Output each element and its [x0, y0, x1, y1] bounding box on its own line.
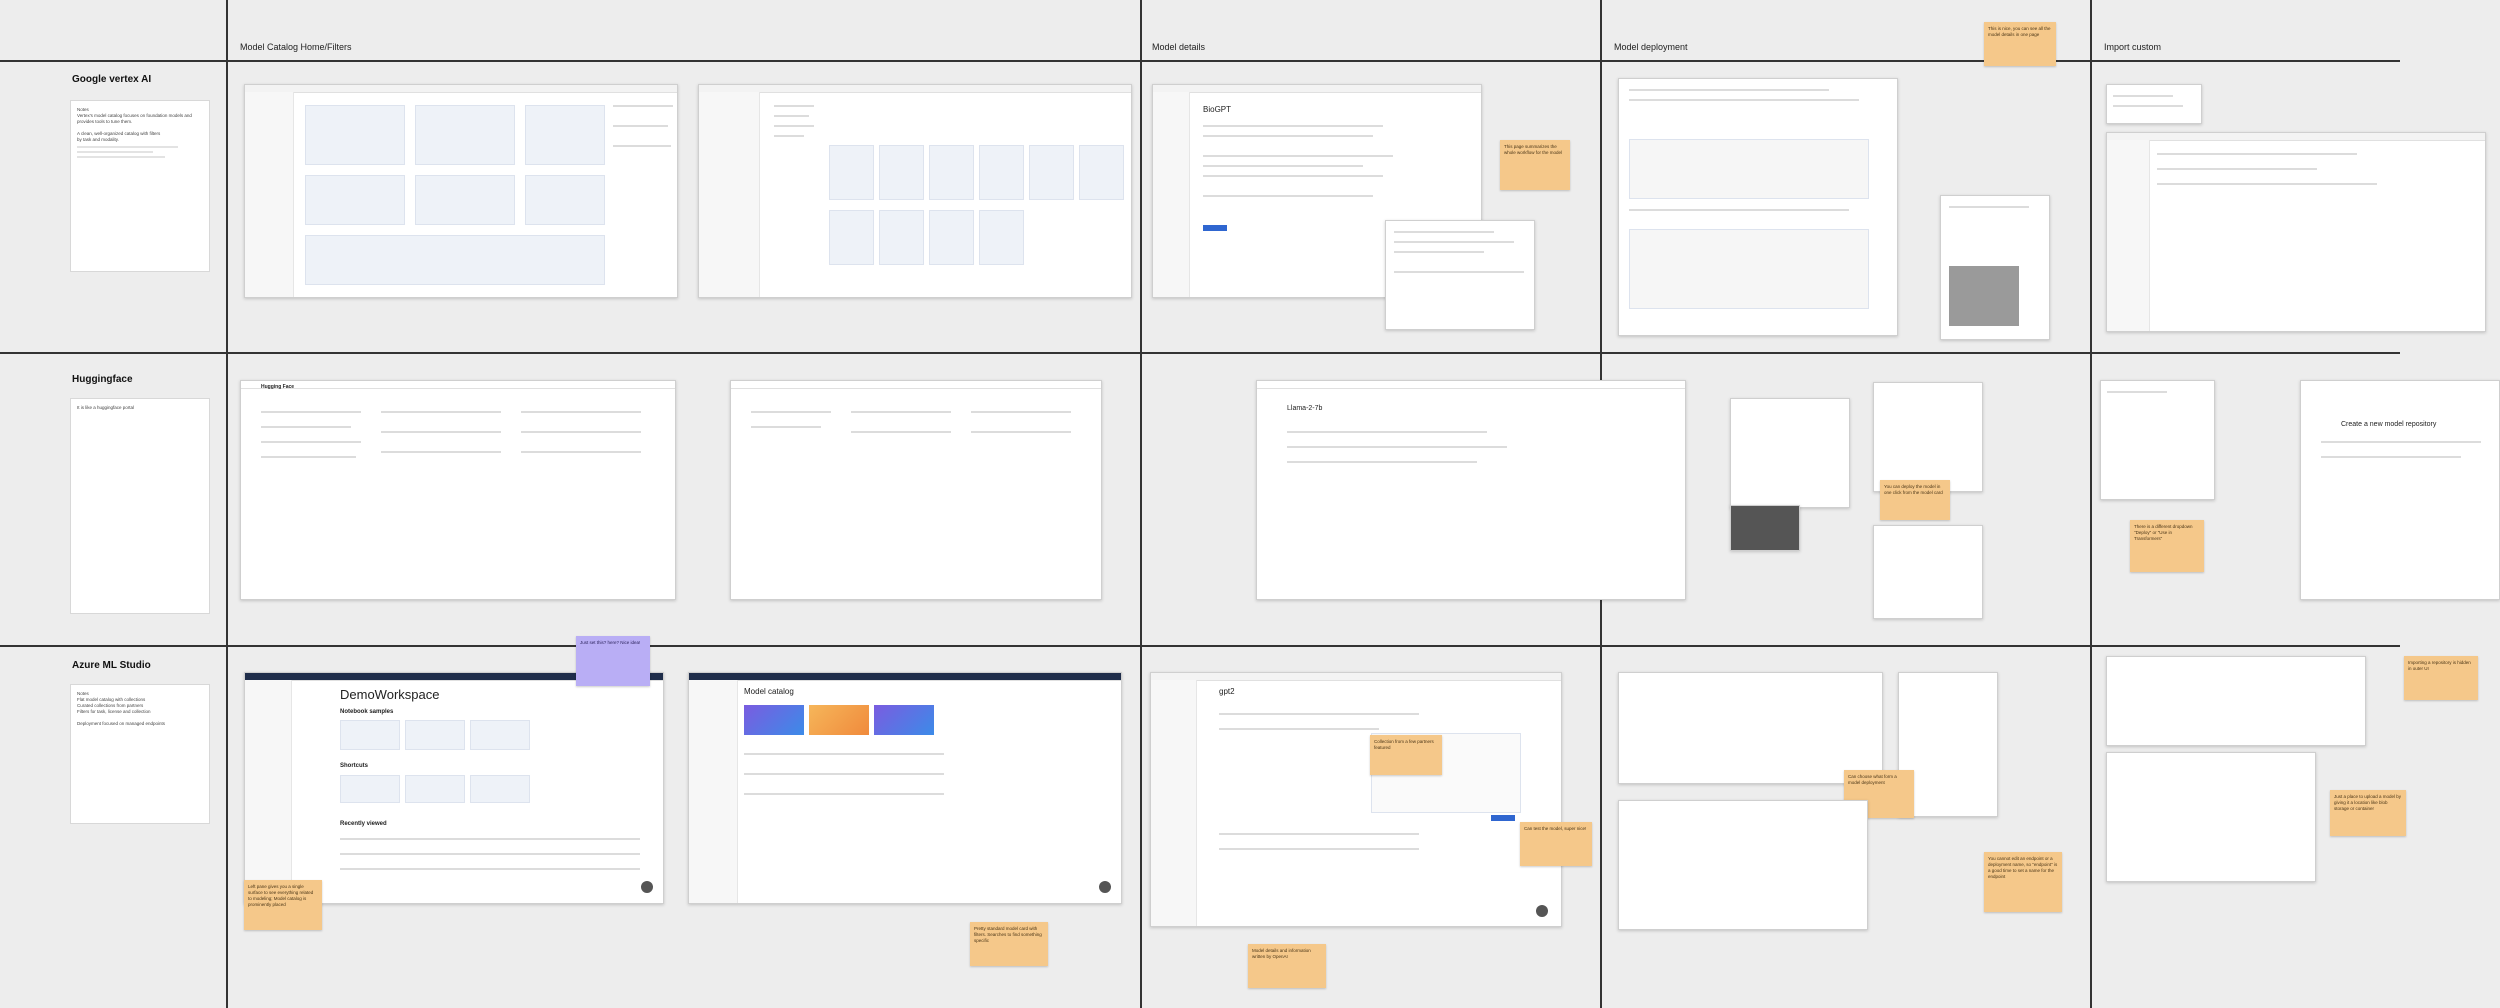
row-header-huggingface: Huggingface: [72, 374, 133, 385]
column-header-details: Model details: [1152, 42, 1206, 52]
sticky-note: There is a different dropdown "Deploy" o…: [2130, 520, 2204, 572]
screenshot-vertex-import-form: [2106, 132, 2486, 332]
workspace-title: DemoWorkspace: [340, 687, 440, 702]
chat-fab-icon[interactable]: [1099, 881, 1111, 893]
sticky-note: You can deploy the model in one click fr…: [1880, 480, 1950, 520]
screenshot-vertex-catalog-filters: [698, 84, 1132, 298]
sticky-note: Model details and information written by…: [1248, 944, 1326, 988]
note-text: Notes Vertex's model catalog focuses on …: [77, 107, 192, 142]
note-card-azure: Notes Flat model catalog with collection…: [70, 684, 210, 824]
column-header-catalog: Model Catalog Home/Filters: [240, 42, 352, 52]
screenshot-hf-deploy-config: [1873, 525, 1983, 619]
column-header-deployment: Model deployment: [1614, 42, 1688, 52]
sticky-note: Collection from a few partners featured: [1370, 735, 1442, 775]
column-header-import: Import custom: [2104, 42, 2162, 52]
screenshot-vertex-model-card: [1385, 220, 1535, 330]
brand-name: Hugging Face: [261, 384, 295, 390]
grid-divider: [0, 645, 2400, 647]
catalog-title: Model catalog: [744, 687, 794, 696]
screenshot-azure-import-form: [2106, 752, 2316, 882]
grid-divider: [226, 0, 228, 1008]
research-board: Model Catalog Home/Filters Model details…: [0, 0, 2500, 1008]
grid-divider: [2090, 0, 2092, 1008]
sticky-note: Left pane gives you a single surface to …: [244, 880, 322, 930]
screenshot-hf-deploy-endpoint: [1873, 382, 1983, 492]
chat-fab-icon[interactable]: [1536, 905, 1548, 917]
note-card-huggingface: It is like a huggingface portal: [70, 398, 210, 614]
row-header-vertex: Google vertex AI: [72, 74, 152, 85]
grid-divider: [0, 352, 2400, 354]
grid-divider: [1140, 0, 1142, 1008]
screenshot-hf-deploy-dark: [1730, 505, 1800, 551]
screenshot-hf-create-repo: Create a new model repository: [2300, 380, 2500, 600]
chat-fab-icon[interactable]: [641, 881, 653, 893]
sticky-note: Just a place to upload a model by giving…: [2330, 790, 2406, 836]
screenshot-hf-import-dropdown: [2100, 380, 2215, 500]
sticky-note: This page summarizes the whole workflow …: [1500, 140, 1570, 190]
model-title: BioGPT: [1203, 105, 1232, 114]
screenshot-hf-models-filters: [730, 380, 1102, 600]
screenshot-azure-deploy-panel: [1618, 672, 1883, 784]
sticky-note: Just set this? here? Nice idea!: [576, 636, 650, 686]
screenshot-azure-deploy-progress: [1618, 800, 1868, 930]
sticky-note: Importing a repository is hidden in oute…: [2404, 656, 2478, 700]
shortcuts-heading: Shortcuts: [340, 763, 369, 769]
note-text: It is like a huggingface portal: [77, 405, 135, 410]
note-card-vertex: Notes Vertex's model catalog focuses on …: [70, 100, 210, 272]
model-title: Llama-2-7b: [1287, 405, 1323, 412]
screenshot-azure-workspace: DemoWorkspace Notebook samples Shortcuts…: [244, 672, 664, 904]
screenshot-azure-import-list: [2106, 656, 2366, 746]
screenshot-hf-models-home: Hugging Face: [240, 380, 676, 600]
screenshot-vertex-import: [2106, 84, 2202, 124]
screenshot-hf-model-card: Llama-2-7b: [1256, 380, 1686, 600]
model-title: gpt2: [1219, 687, 1235, 696]
note-text: Notes Flat model catalog with collection…: [77, 691, 166, 726]
screenshot-vertex-catalog-home: [244, 84, 678, 298]
notebook-samples-heading: Notebook samples: [340, 709, 394, 715]
screenshot-vertex-deployment: [1618, 78, 1898, 336]
recently-viewed-heading: Recently viewed: [340, 821, 387, 827]
sticky-note: Pretty standard model card with filters.…: [970, 922, 1048, 966]
create-repo-title: Create a new model repository: [2341, 421, 2437, 428]
sticky-note: This is nice, you can see all the model …: [1984, 22, 2056, 66]
screenshot-hf-deploy-dropdown: [1730, 398, 1850, 508]
sticky-note: Can test the model, super nice!: [1520, 822, 1592, 866]
screenshot-azure-model-catalog: Model catalog: [688, 672, 1122, 904]
screenshot-azure-model-details: gpt2: [1150, 672, 1562, 927]
screenshot-vertex-deploy-side: [1940, 195, 2050, 340]
sticky-note: You cannot edit an endpoint or a deploym…: [1984, 852, 2062, 912]
row-header-azure: Azure ML Studio: [72, 660, 151, 671]
